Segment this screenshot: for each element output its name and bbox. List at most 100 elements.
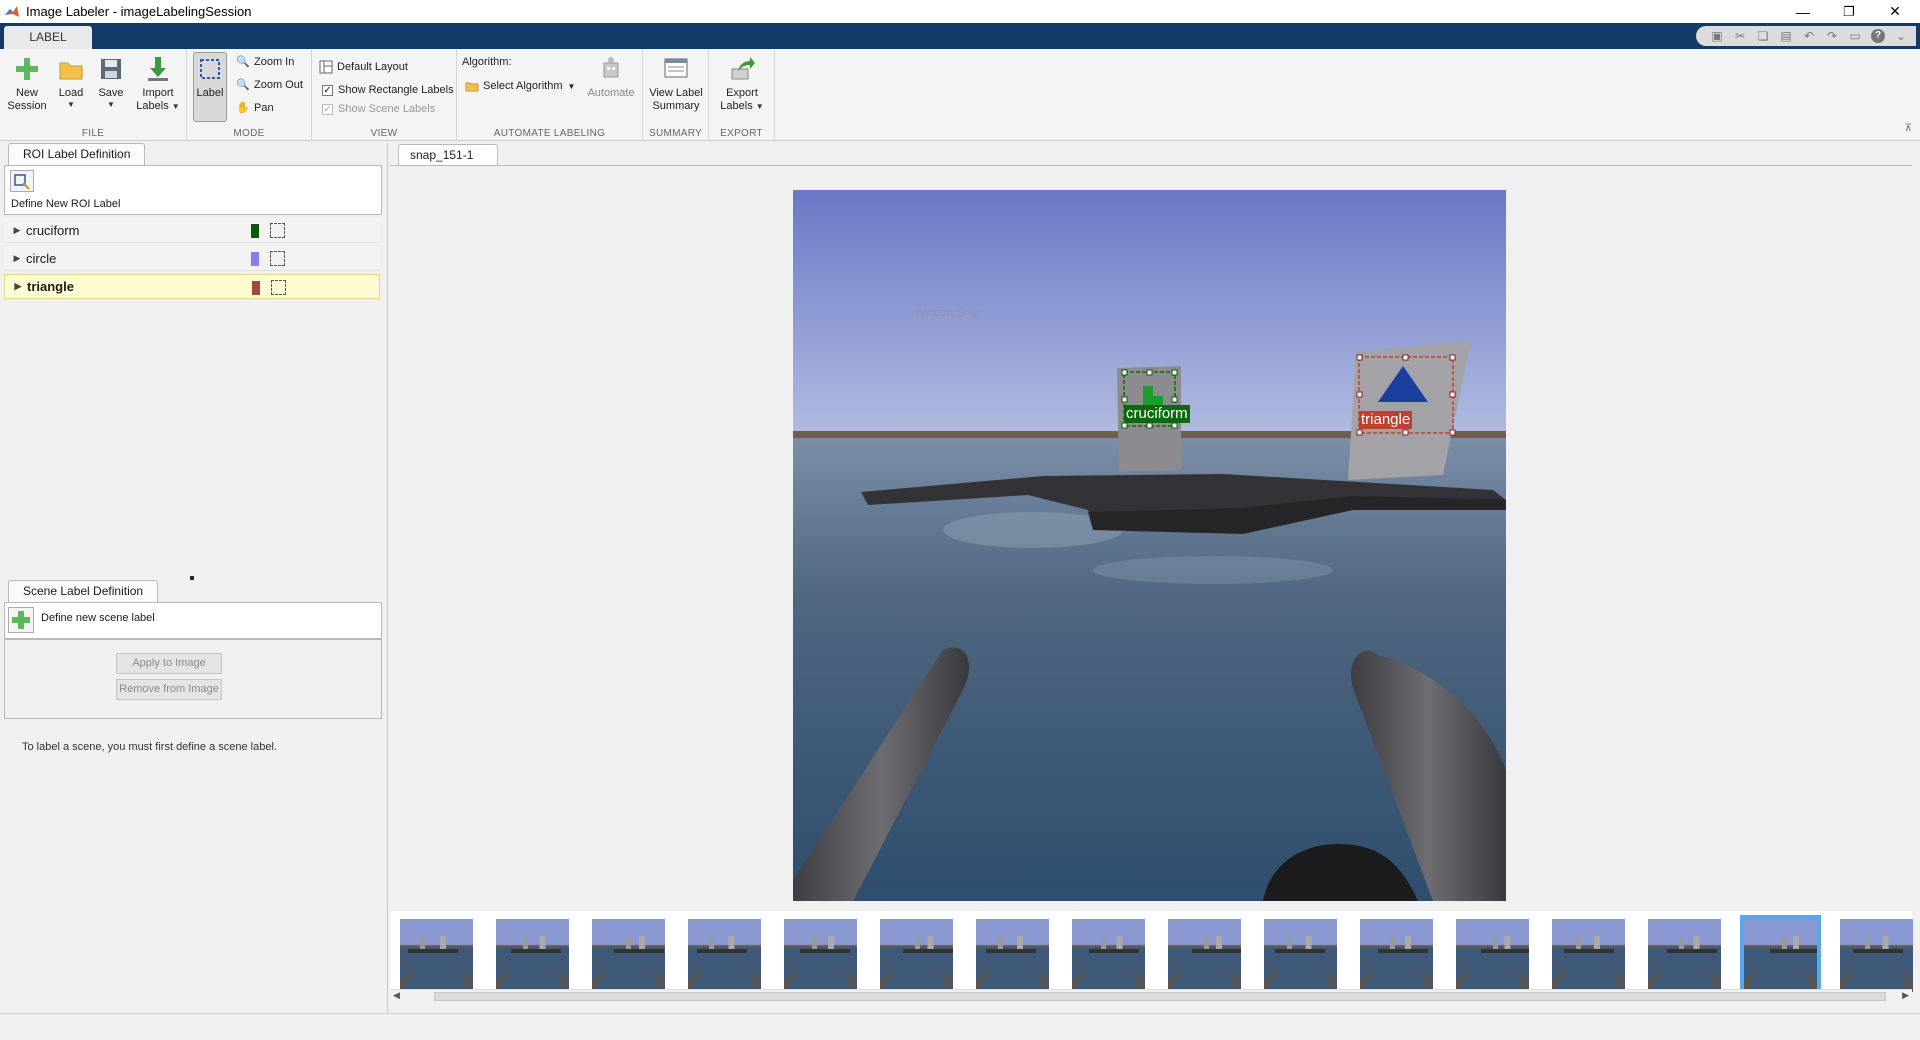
- zoom-in-button[interactable]: 🔍 Zoom In: [236, 52, 294, 72]
- define-roi-label-area: Define New ROI Label: [4, 165, 382, 215]
- filmstrip-thumbnail[interactable]: [1264, 919, 1337, 992]
- matlab-logo-icon: [5, 5, 19, 17]
- roi-label-cruciform[interactable]: ▶ cruciform: [4, 218, 380, 243]
- filmstrip-thumbnail[interactable]: [1168, 919, 1241, 992]
- view-label-summary-label: View Label Summary: [649, 87, 703, 112]
- restore-button[interactable]: ❐: [1826, 0, 1872, 23]
- filmstrip-thumbnail[interactable]: [400, 919, 473, 992]
- redo-icon[interactable]: ↷: [1825, 29, 1839, 43]
- tab-label[interactable]: LABEL: [4, 26, 92, 49]
- label-color-swatch: [251, 252, 259, 266]
- thumbnail-image: [1648, 919, 1721, 992]
- import-labels-button[interactable]: Import Labels ▼: [132, 53, 184, 123]
- scroll-right-icon[interactable]: ▶: [1902, 990, 1909, 1001]
- automate-button[interactable]: Automate: [583, 53, 639, 123]
- filmstrip-thumbnail[interactable]: [880, 919, 953, 992]
- select-algorithm-dropdown[interactable]: Select Algorithm ▼: [465, 76, 575, 96]
- roi-label-definition-tab[interactable]: ROI Label Definition: [8, 143, 146, 165]
- roi-label-triangle[interactable]: ▶ triangle: [4, 274, 380, 299]
- collapse-ribbon-icon[interactable]: ⊼: [1905, 123, 1912, 134]
- zoom-in-label: Zoom In: [254, 56, 295, 68]
- chevron-down-icon: ▼: [67, 100, 75, 109]
- summary-group: View Label Summary SUMMARY: [643, 49, 709, 141]
- filmstrip-thumbnail[interactable]: [592, 919, 665, 992]
- load-button[interactable]: Load ▼: [51, 53, 91, 123]
- copy-icon[interactable]: ❏: [1756, 29, 1770, 43]
- roi-label-circle[interactable]: ▶ circle: [4, 246, 380, 271]
- bbox-label-cruciform: cruciform: [1124, 405, 1190, 423]
- file-group: New Session Load ▼ Save ▼ Import Labels …: [0, 49, 187, 141]
- ribbon-tab-strip: LABEL ▣ ✂ ❏ ▤ ↶ ↷ ▭ ? ⌄: [0, 23, 1920, 49]
- thumbnail-image: [592, 919, 665, 992]
- label-mode-label: Label: [196, 87, 224, 99]
- view-label-summary-button[interactable]: View Label Summary: [646, 53, 706, 123]
- filmstrip-thumbnail[interactable]: [1456, 919, 1529, 992]
- title-bar: Image Labeler - imageLabelingSession — ❐…: [0, 0, 1920, 23]
- image-tab[interactable]: snap_151-1: [398, 144, 498, 165]
- splitter-handle[interactable]: [190, 576, 194, 580]
- apply-to-image-button[interactable]: Apply to Image: [116, 653, 222, 674]
- cut-icon[interactable]: ✂: [1733, 29, 1747, 43]
- new-rectangle-label-icon: [14, 174, 30, 190]
- close-button[interactable]: ✕: [1872, 0, 1918, 23]
- scroll-left-icon[interactable]: ◀: [393, 990, 400, 1001]
- show-scene-labels-checkbox[interactable]: ✓ Show Scene Labels: [322, 99, 435, 119]
- window-snip-watermark: Window Snip: [915, 307, 980, 319]
- zoom-out-button[interactable]: 🔍 Zoom Out: [236, 75, 303, 95]
- help-icon[interactable]: ?: [1871, 29, 1885, 43]
- mode-group: Label 🔍 Zoom In 🔍 Zoom Out ✋ Pan MODE: [187, 49, 312, 141]
- filmstrip-scrollbar[interactable]: ◀ ▶: [390, 989, 1912, 1003]
- load-label: Load: [58, 87, 84, 99]
- summary-group-title: SUMMARY: [648, 128, 703, 139]
- filmstrip-thumbnail[interactable]: [496, 919, 569, 992]
- label-mode-button[interactable]: Label: [193, 52, 227, 122]
- thumbnail-image: [400, 919, 473, 992]
- paste-icon[interactable]: ▤: [1779, 29, 1793, 43]
- summary-icon: [664, 58, 688, 78]
- filmstrip-thumbnail[interactable]: [1360, 919, 1433, 992]
- filmstrip-thumbnail[interactable]: [784, 919, 857, 992]
- filmstrip-thumbnail[interactable]: [688, 919, 761, 992]
- new-session-button[interactable]: New Session: [4, 53, 50, 123]
- file-group-title: FILE: [81, 128, 105, 139]
- default-layout-button[interactable]: Default Layout: [319, 57, 408, 77]
- define-new-scene-label-button[interactable]: [8, 607, 34, 633]
- chevron-down-icon[interactable]: ⌄: [1894, 29, 1908, 43]
- thumbnail-image: [880, 919, 953, 992]
- switch-windows-icon[interactable]: ▭: [1848, 29, 1862, 43]
- view-group: Default Layout ✓ Show Rectangle Labels ✓…: [312, 49, 457, 141]
- define-new-roi-label-button[interactable]: [10, 170, 34, 192]
- import-icon: [148, 57, 168, 81]
- undo-icon[interactable]: ↶: [1802, 29, 1816, 43]
- expand-arrow-icon[interactable]: ▶: [9, 281, 27, 292]
- scene-render: [793, 190, 1506, 901]
- filmstrip-thumbnail[interactable]: [1552, 919, 1625, 992]
- save-button[interactable]: Save ▼: [91, 53, 131, 123]
- checkbox-checked-icon: ✓: [322, 103, 333, 115]
- thumbnail-image: [1552, 919, 1625, 992]
- pan-button[interactable]: ✋ Pan: [236, 98, 274, 118]
- export-group: Export Labels ▼ EXPORT: [709, 49, 775, 141]
- automate-label: Automate: [587, 87, 635, 99]
- scene-label-definition-tab[interactable]: Scene Label Definition: [8, 580, 159, 602]
- export-labels-button[interactable]: Export Labels ▼: [715, 53, 769, 123]
- filmstrip-thumbnail[interactable]: [976, 919, 1049, 992]
- scrollbar-thumb[interactable]: [434, 992, 1886, 1001]
- plus-icon: [16, 58, 38, 80]
- filmstrip-thumbnail[interactable]: [1648, 919, 1721, 992]
- zoom-out-icon: 🔍: [236, 79, 250, 91]
- remove-from-image-button[interactable]: Remove from Image: [116, 679, 222, 700]
- expand-arrow-icon[interactable]: ▶: [8, 253, 26, 264]
- filmstrip-thumbnail[interactable]: [1840, 919, 1913, 992]
- filmstrip-thumbnail[interactable]: [1740, 915, 1821, 996]
- minimize-button[interactable]: —: [1780, 0, 1826, 23]
- filmstrip-thumbnail[interactable]: [1072, 919, 1145, 992]
- show-rectangle-labels-checkbox[interactable]: ✓ Show Rectangle Labels: [322, 80, 454, 100]
- import-labels-label: Import Labels: [136, 87, 174, 112]
- rectangle-shape-icon: [270, 223, 285, 238]
- labeled-image[interactable]: cruciform triangle Window Snip: [793, 190, 1506, 901]
- thumbnail-image: [1072, 919, 1145, 992]
- save-icon[interactable]: ▣: [1710, 29, 1724, 43]
- expand-arrow-icon[interactable]: ▶: [8, 225, 26, 236]
- zoom-in-icon: 🔍: [236, 56, 250, 68]
